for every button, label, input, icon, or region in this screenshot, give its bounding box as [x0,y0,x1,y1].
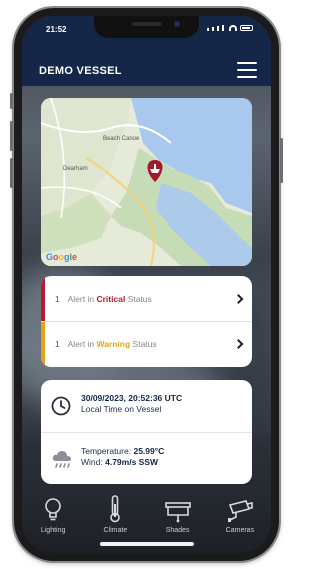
power-button [280,138,283,183]
warning-stripe [41,322,45,366]
wind-label: Wind: [81,457,103,467]
weather-row: Temperature: 25.99°C Wind: 4.79m/s SSW [41,432,252,484]
temperature-label: Temperature: [81,446,132,456]
mute-switch [10,93,13,109]
signal-icon [207,28,209,31]
status-icons [207,25,253,31]
chevron-right-icon [233,293,244,304]
critical-stripe [41,276,45,321]
vessel-datetime: 30/09/2023, 20:52:36 UTC [81,393,183,403]
status-bar: 21:52 [22,16,271,40]
battery-icon [240,25,253,31]
critical-alert-row[interactable]: 1 Alert in Critical Status [41,276,252,321]
lightbulb-icon [45,498,61,521]
warning-alert-count: 1 [55,339,60,349]
volume-down-button [10,158,13,188]
weather-text: Temperature: 25.99°C Wind: 4.79m/s SSW [81,446,164,468]
google-attribution: Google [46,252,78,262]
nav-shades[interactable]: Shades [152,495,204,534]
clock-icon [51,396,71,416]
warning-alert-text: 1 Alert in Warning Status [55,339,157,349]
hamburger-menu-icon[interactable] [237,62,257,78]
warning-alert-prefix: Alert in [67,339,95,349]
home-indicator[interactable] [100,542,194,546]
critical-alert-suffix: Status [127,293,152,304]
time-text: 30/09/2023, 20:52:36 UTC Local Time on V… [81,393,182,415]
vessel-map[interactable]: Beach Canoe Dearham Google [41,98,252,266]
nav-climate[interactable]: Climate [89,495,141,534]
local-time-caption: Local Time on Vessel [81,404,162,414]
map-canvas[interactable]: Beach Canoe Dearham [41,98,252,266]
status-time: 21:52 [46,25,67,34]
temperature-value: 25.99°C [133,446,165,456]
critical-alert-text: 1 Alert in Critical Status [55,294,152,304]
signal-bar [222,25,224,31]
map-label-beach-canoe: Beach Canoe [103,136,140,142]
nav-cameras-label: Cameras [225,527,255,534]
shades-icon [164,502,191,523]
chevron-right-icon [233,339,244,349]
warning-alert-level: Warning [96,339,131,349]
thermometer-icon [110,495,121,523]
signal-bar [212,27,214,31]
vessel-title: DEMO VESSEL [39,65,122,77]
signal-bar [217,26,219,31]
nav-lighting[interactable]: Lighting [27,495,79,534]
time-row: 30/09/2023, 20:52:36 UTC Local Time on V… [41,380,252,432]
rain-cloud-icon [52,450,71,468]
volume-up-button [10,121,13,151]
wifi-icon [229,25,237,31]
nav-lighting-label: Lighting [40,527,66,534]
warning-alert-row[interactable]: 1 Alert in Warning Status [41,321,252,366]
app-screen: DEMO VESSEL 21:52 Beach Canoe Dearham Go… [22,16,271,553]
warning-alert-suffix: Status [132,339,157,349]
critical-alert-count: 1 [55,293,60,304]
nav-shades-label: Shades [165,527,190,534]
map-label-dearham: Dearham [63,166,88,172]
camera-icon [227,500,253,522]
critical-alert-prefix: Alert in [67,293,95,304]
nav-climate-label: Climate [103,527,128,534]
vessel-info-card: 30/09/2023, 20:52:36 UTC Local Time on V… [41,380,252,484]
critical-alert-level: Critical [96,293,126,304]
nav-cameras[interactable]: Cameras [214,495,266,534]
alerts-card: 1 Alert in Critical Status 1 Alert in Wa… [41,276,252,367]
wind-value: 4.79m/s SSW [105,457,159,467]
